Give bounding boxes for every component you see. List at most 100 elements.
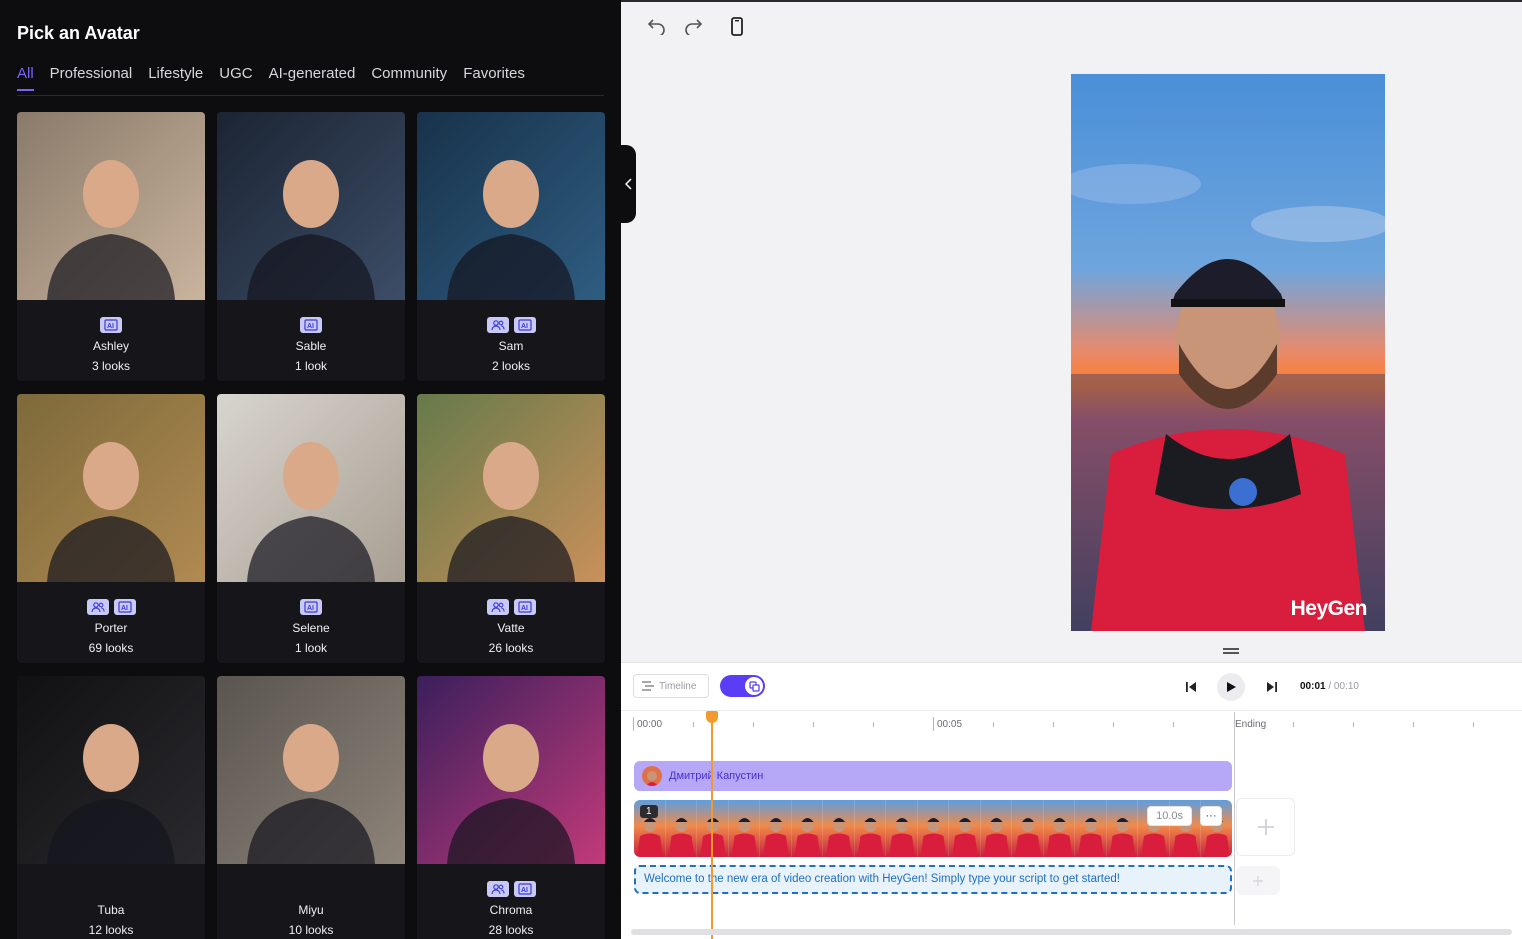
clip-number: 1 <box>640 805 658 818</box>
play-button[interactable] <box>1217 673 1245 701</box>
avatar-badges: AI <box>417 881 605 897</box>
avatar-card-selene[interactable]: AI Selene 1 look <box>217 394 405 663</box>
ai-icon: AI <box>513 881 536 897</box>
video-clip[interactable]: 1 10.0s ··· <box>634 800 1232 857</box>
avatar-photo <box>417 394 605 582</box>
tab-lifestyle[interactable]: Lifestyle <box>148 64 203 96</box>
ending-line <box>1234 712 1235 925</box>
undo-icon <box>647 19 665 35</box>
phone-icon <box>731 16 743 36</box>
avatar-badges: AI <box>217 599 405 615</box>
undo-button[interactable] <box>645 14 669 38</box>
avatar-looks: 26 looks <box>488 641 534 655</box>
video-preview[interactable]: HeyGen <box>1071 74 1385 631</box>
playhead-handle[interactable] <box>706 711 718 723</box>
top-border <box>621 0 1522 2</box>
ruler-label-mid: 00:05 <box>937 719 963 730</box>
avatar-card-miyu[interactable]: Miyu 10 looks <box>217 676 405 939</box>
svg-text:AI: AI <box>121 605 128 612</box>
avatar-card-porter[interactable]: AI Porter 69 looks <box>17 394 205 663</box>
timeline-divider <box>621 710 1522 711</box>
add-scene-button[interactable] <box>1236 798 1295 856</box>
ruler-tick-major <box>633 717 634 731</box>
avatar-card-vatte[interactable]: AI Vatte 26 looks <box>417 394 605 663</box>
avatar-name: Porter <box>94 621 128 635</box>
svg-text:AI: AI <box>107 323 114 330</box>
avatar-looks: 28 looks <box>488 923 534 937</box>
svg-text:AI: AI <box>521 605 528 612</box>
avatar-name: Sam <box>498 339 524 353</box>
avatar-name: Ashley <box>92 339 130 353</box>
tab-ai-generated[interactable]: AI-generated <box>269 64 356 96</box>
avatar-card-sable[interactable]: AI Sable 1 look <box>217 112 405 381</box>
avatar-photo <box>17 112 205 300</box>
ruler-label-ending: Ending <box>1235 719 1267 730</box>
ruler-tick <box>1353 722 1354 727</box>
ruler-tick <box>1113 722 1114 727</box>
ruler-tick <box>1053 722 1054 727</box>
people-icon <box>86 599 109 615</box>
ai-icon: AI <box>513 317 536 333</box>
svg-text:AI: AI <box>307 605 314 612</box>
svg-text:AI: AI <box>521 887 528 894</box>
heygen-watermark: HeyGen <box>1290 597 1368 620</box>
avatar-badges: AI <box>217 317 405 333</box>
ruler-tick <box>1413 722 1414 727</box>
chevron-left-icon <box>624 178 632 190</box>
avatar-card-tuba[interactable]: Tuba 12 looks <box>17 676 205 939</box>
resize-handle[interactable] <box>1223 648 1239 654</box>
skip-back-button[interactable] <box>1179 675 1203 699</box>
redo-button[interactable] <box>681 14 705 38</box>
ruler-tick <box>1173 722 1174 727</box>
layers-toggle[interactable] <box>720 675 765 697</box>
clip-more-button[interactable]: ··· <box>1200 806 1222 826</box>
playhead-line <box>711 712 713 939</box>
avatar-looks: 1 look <box>294 359 328 373</box>
ai-icon: AI <box>300 317 322 333</box>
timeline-icon <box>642 681 654 691</box>
timeline-button[interactable]: Timeline <box>633 674 709 698</box>
avatar-name: Selene <box>292 621 330 635</box>
collapse-panel-button[interactable] <box>621 145 636 223</box>
avatar-track[interactable]: Дмитрий Капустин <box>634 761 1232 791</box>
avatar-badges: AI <box>17 599 205 615</box>
tab-professional[interactable]: Professional <box>50 64 133 96</box>
avatar-looks: 69 looks <box>88 641 134 655</box>
panel-title: Pick an Avatar <box>17 23 140 43</box>
tab-ugc[interactable]: UGC <box>219 64 252 96</box>
clip-duration[interactable]: 10.0s <box>1147 806 1192 826</box>
avatar-photo <box>217 676 405 864</box>
avatar-card-ashley[interactable]: AI Ashley 3 looks <box>17 112 205 381</box>
ruler-tick <box>1293 722 1294 727</box>
skip-back-icon <box>1186 682 1196 692</box>
tab-all[interactable]: All <box>17 64 34 96</box>
aspect-ratio-button[interactable] <box>725 14 749 38</box>
skip-forward-icon <box>1267 682 1277 692</box>
toggle-knob <box>745 677 763 695</box>
add-script-button[interactable] <box>1236 866 1280 895</box>
avatar-badges: AI <box>417 317 605 333</box>
current-time: 00:01 <box>1300 681 1326 692</box>
avatar-card-sam[interactable]: AI Sam 2 looks <box>417 112 605 381</box>
script-input[interactable]: Welcome to the new era of video creation… <box>634 865 1232 894</box>
people-icon <box>486 317 509 333</box>
people-icon <box>486 881 509 897</box>
avatar-panel: Pick an Avatar All Professional Lifestyl… <box>0 0 621 939</box>
ruler-tick <box>693 722 694 727</box>
timeline-scrollbar[interactable] <box>631 929 1512 935</box>
avatar-name: Tuba <box>97 903 125 917</box>
avatar-name: Chroma <box>489 903 533 917</box>
timeline-button-label: Timeline <box>659 680 697 692</box>
skip-forward-button[interactable] <box>1260 675 1284 699</box>
total-duration: / 00:10 <box>1328 681 1359 692</box>
tab-community[interactable]: Community <box>371 64 447 96</box>
ruler-label-start: 00:00 <box>637 719 663 730</box>
avatar-name: Sable <box>295 339 327 353</box>
svg-text:AI: AI <box>521 323 528 330</box>
avatar-track-name: Дмитрий Капустин <box>669 770 764 782</box>
tab-favorites[interactable]: Favorites <box>463 64 525 96</box>
avatar-name: Vatte <box>497 621 525 635</box>
avatar-card-chroma[interactable]: AI Chroma 28 looks <box>417 676 605 939</box>
ruler-tick <box>753 722 754 727</box>
avatar-name: Miyu <box>298 903 324 917</box>
